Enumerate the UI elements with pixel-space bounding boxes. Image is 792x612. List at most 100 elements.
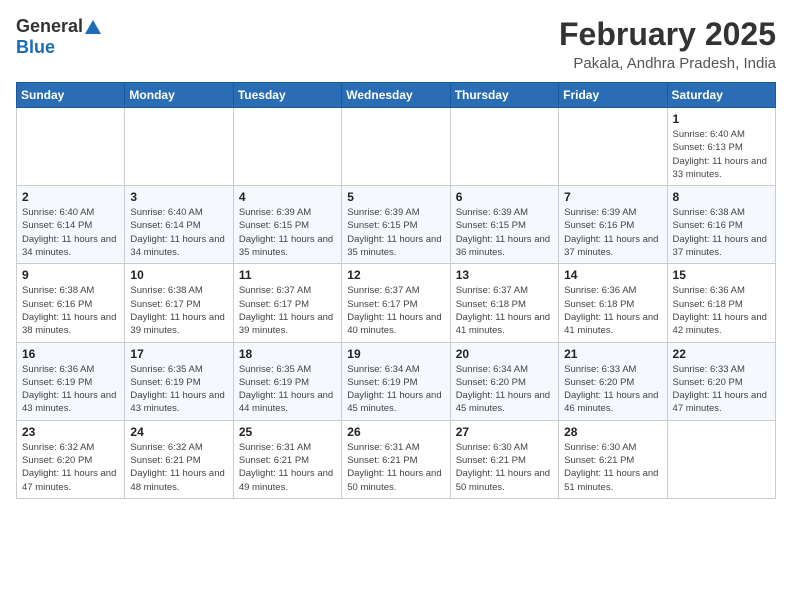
day-info-line: Sunrise: 6:39 AM	[239, 207, 311, 218]
calendar-cell: 10 Sunrise: 6:38 AMSunset: 6:17 PMDayligh…	[125, 264, 233, 342]
weekday-header-monday: Monday	[125, 83, 233, 108]
day-info: Sunrise: 6:30 AM Sunset: 6:21 PM Daylight:…	[456, 441, 553, 494]
day-number: 4	[239, 190, 336, 204]
day-info-line: Sunrise: 6:40 AM	[130, 207, 202, 218]
calendar-cell: 12Sunrise: 6:37 AMSunset: 6:17 PMDayligh…	[342, 264, 450, 342]
calendar-cell: 20Sunrise: 6:34 AMSunset: 6:20 PMDayligh…	[450, 342, 558, 420]
calendar-week-row: 1Sunrise: 6:40 AMSunset: 6:13 PMDaylight…	[17, 108, 776, 186]
day-info: Sunrise: 6:39 AMSunset: 6:15 PMDaylight:…	[239, 206, 336, 259]
calendar-cell: 22Sunrise: 6:33 AMSunset: 6:20 PMDayligh…	[667, 342, 775, 420]
day-info-line: Daylight: 11 hours and 43 minutes.	[130, 390, 224, 414]
day-info: Sunrise: 6:33 AM Sunset: 6:20 PM Daylight:…	[673, 363, 770, 416]
day-info-line: Sunset: 6:19 PM	[347, 377, 417, 388]
day-info-line: Sunrise: 6:32 AM	[130, 442, 202, 453]
day-info-line: Sunrise: 6:40 AM	[673, 129, 745, 140]
day-info-line: Sunset: 6:18 PM	[456, 299, 526, 310]
day-number: 10	[130, 268, 227, 282]
day-info-line: Sunrise: 6:33 AM	[564, 364, 636, 375]
day-info-line: Daylight: 11 hours and 34 minutes.	[130, 234, 224, 258]
calendar-cell: 7 Sunrise: 6:39 AMSunset: 6:16 PMDaylight…	[559, 186, 667, 264]
day-info-line: Sunrise: 6:38 AM	[22, 285, 94, 296]
weekday-header-saturday: Saturday	[667, 83, 775, 108]
day-number: 2	[22, 190, 119, 204]
day-info-line: Sunset: 6:21 PM	[456, 455, 526, 466]
day-info-line: Sunrise: 6:36 AM	[22, 364, 94, 375]
day-info-line: Sunrise: 6:31 AM	[239, 442, 311, 453]
day-info: Sunrise: 6:34 AM Sunset: 6:19 PM Daylight:…	[347, 363, 444, 416]
location-subtitle: Pakala, Andhra Pradesh, India	[559, 55, 776, 72]
calendar-cell	[125, 108, 233, 186]
day-info-line: Daylight: 11 hours and 47 minutes.	[673, 390, 767, 414]
calendar-cell: 9Sunrise: 6:38 AMSunset: 6:16 PMDaylight…	[17, 264, 125, 342]
day-info: Sunrise: 6:38 AMSunset: 6:17 PMDaylight:…	[130, 284, 227, 337]
day-info-line: Sunset: 6:20 PM	[673, 377, 743, 388]
calendar-cell: 28Sunrise: 6:30 AMSunset: 6:21 PMDayligh…	[559, 420, 667, 498]
weekday-header-friday: Friday	[559, 83, 667, 108]
day-info-line: Sunset: 6:15 PM	[347, 220, 417, 231]
calendar-cell: 13Sunrise: 6:37 AMSunset: 6:18 PMDayligh…	[450, 264, 558, 342]
day-info-line: Daylight: 11 hours and 46 minutes.	[564, 390, 658, 414]
day-info: Sunrise: 6:34 AMSunset: 6:20 PMDaylight:…	[456, 363, 553, 416]
logo-general-text: General	[16, 16, 83, 37]
day-info-line: Sunset: 6:15 PM	[239, 220, 309, 231]
day-info: Sunrise: 6:33 AM Sunset: 6:20 PM Daylight:…	[564, 363, 661, 416]
day-info-line: Sunrise: 6:30 AM	[456, 442, 528, 453]
weekday-header-tuesday: Tuesday	[233, 83, 341, 108]
calendar-cell	[342, 108, 450, 186]
day-number: 27	[456, 425, 553, 439]
day-info: Sunrise: 6:31 AMSunset: 6:21 PMDaylight:…	[347, 441, 444, 494]
day-info-line: Daylight: 11 hours and 50 minutes.	[456, 468, 550, 492]
day-number: 26	[347, 425, 444, 439]
day-info-line: Sunrise: 6:33 AM	[673, 364, 745, 375]
calendar-cell: 5Sunrise: 6:39 AMSunset: 6:15 PMDaylight…	[342, 186, 450, 264]
calendar-cell: 4Sunrise: 6:39 AMSunset: 6:15 PMDaylight…	[233, 186, 341, 264]
day-number: 16	[22, 347, 119, 361]
day-info-line: Sunset: 6:20 PM	[564, 377, 634, 388]
calendar-week-row: 23Sunrise: 6:32 AMSunset: 6:20 PMDayligh…	[17, 420, 776, 498]
day-info-line: Daylight: 11 hours and 43 minutes.	[22, 390, 116, 414]
calendar-table: SundayMondayTuesdayWednesdayThursdayFrid…	[16, 82, 776, 499]
calendar-body: 1Sunrise: 6:40 AMSunset: 6:13 PMDaylight…	[17, 108, 776, 499]
day-info-line: Daylight: 11 hours and 41 minutes.	[456, 312, 550, 336]
calendar-week-row: 2Sunrise: 6:40 AMSunset: 6:14 PMDaylight…	[17, 186, 776, 264]
calendar-cell: 26 Sunrise: 6:31 AMSunset: 6:21 PMDayligh…	[342, 420, 450, 498]
day-info: Sunrise: 6:35 AMSunset: 6:19 PMDaylight:…	[239, 363, 336, 416]
day-info-line: Sunrise: 6:32 AM	[22, 442, 94, 453]
calendar-cell: 6 Sunrise: 6:39 AMSunset: 6:15 PMDaylight…	[450, 186, 558, 264]
day-info-line: Daylight: 11 hours and 45 minutes.	[347, 390, 441, 414]
day-info: Sunrise: 6:39 AMSunset: 6:15 PMDaylight:…	[456, 206, 553, 259]
day-info-line: Sunrise: 6:38 AM	[130, 285, 202, 296]
day-info-line: Sunrise: 6:34 AM	[347, 364, 419, 375]
day-number: 8	[673, 190, 770, 204]
day-info-line: Sunset: 6:18 PM	[673, 299, 743, 310]
logo: General Blue	[16, 16, 101, 58]
calendar-cell	[17, 108, 125, 186]
day-info-line: Sunrise: 6:37 AM	[239, 285, 311, 296]
day-info: Sunrise: 6:30 AMSunset: 6:21 PMDaylight:…	[564, 441, 661, 494]
calendar-cell: 19Sunrise: 6:34 AMSunset: 6:19 PMDayligh…	[342, 342, 450, 420]
calendar-cell: 15Sunrise: 6:36 AMSunset: 6:18 PMDayligh…	[667, 264, 775, 342]
day-info: Sunrise: 6:31 AMSunset: 6:21 PMDaylight:…	[239, 441, 336, 494]
day-info: Sunrise: 6:36 AMSunset: 6:18 PMDaylight:…	[673, 284, 770, 337]
day-info-line: Sunset: 6:16 PM	[564, 220, 634, 231]
day-number: 7	[564, 190, 661, 204]
day-info-line: Sunset: 6:21 PM	[564, 455, 634, 466]
day-number: 21	[564, 347, 661, 361]
day-info-line: Daylight: 11 hours and 36 minutes.	[456, 234, 550, 258]
day-info-line: Daylight: 11 hours and 44 minutes.	[239, 390, 333, 414]
day-info-line: Daylight: 11 hours and 41 minutes.	[564, 312, 658, 336]
page-header: General Blue February 2025 Pakala, Andhr…	[16, 16, 776, 72]
month-year-title: February 2025	[559, 16, 776, 53]
day-info-line: Sunset: 6:20 PM	[22, 455, 92, 466]
day-info-line: Sunset: 6:16 PM	[22, 299, 92, 310]
day-info-line: Daylight: 11 hours and 50 minutes.	[347, 468, 441, 492]
day-info-line: Sunrise: 6:30 AM	[564, 442, 636, 453]
day-number: 12	[347, 268, 444, 282]
day-number: 14	[564, 268, 661, 282]
day-info: Sunrise: 6:36 AMSunset: 6:19 PMDaylight:…	[22, 363, 119, 416]
day-info-line: Sunrise: 6:37 AM	[456, 285, 528, 296]
day-info: Sunrise: 6:38 AMSunset: 6:16 PMDaylight:…	[673, 206, 770, 259]
day-info: Sunrise: 6:39 AMSunset: 6:16 PMDaylight:…	[564, 206, 661, 259]
day-info: Sunrise: 6:32 AMSunset: 6:20 PMDaylight:…	[22, 441, 119, 494]
day-number: 6	[456, 190, 553, 204]
